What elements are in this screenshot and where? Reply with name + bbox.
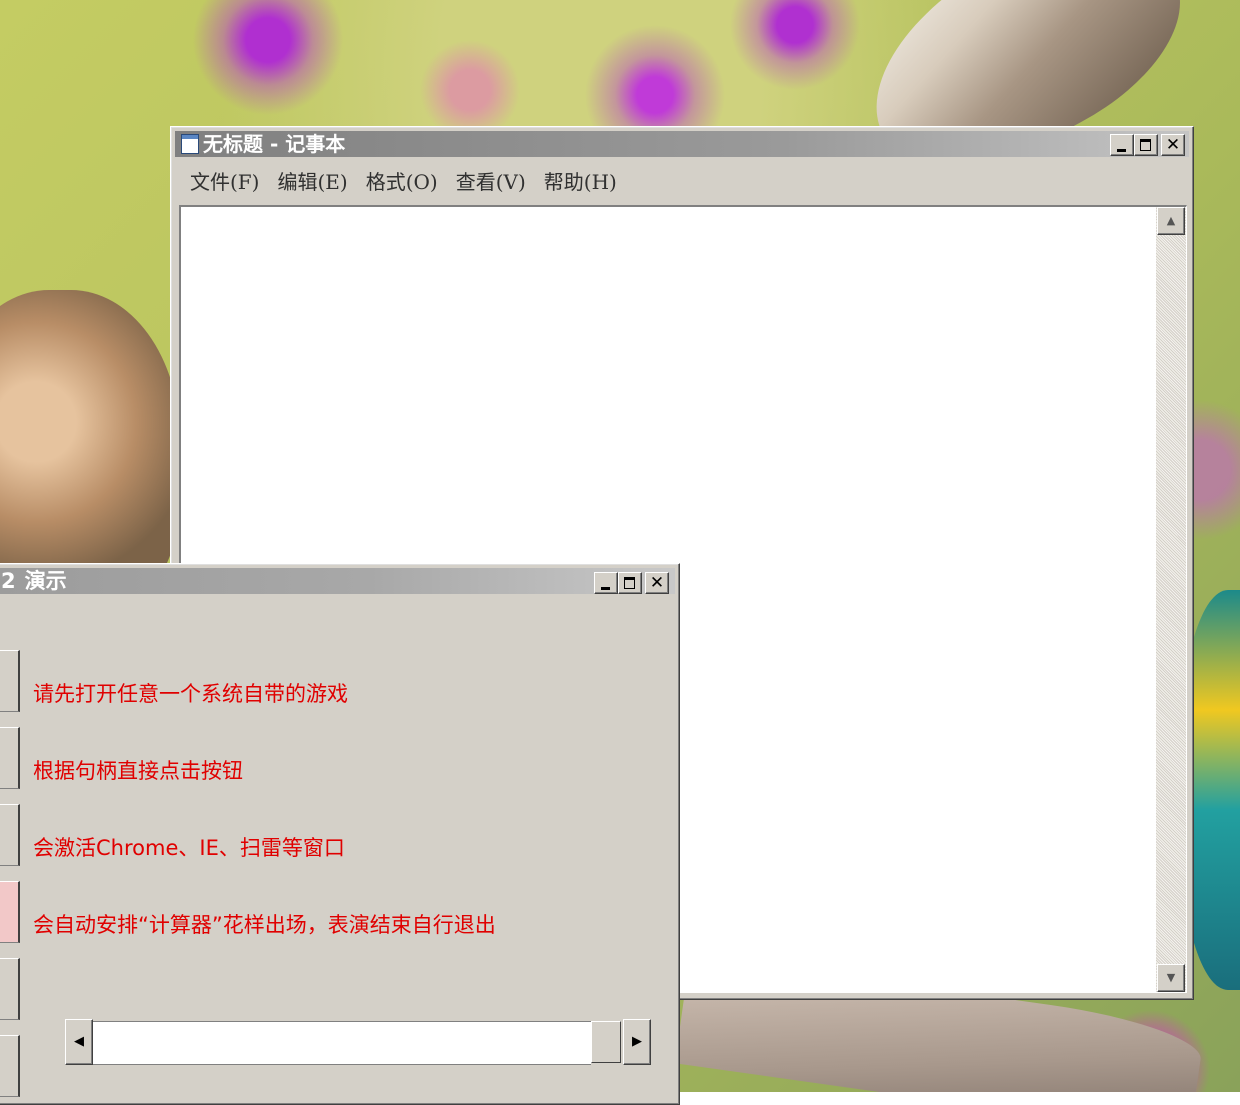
menu-view[interactable]: 查看(V) <box>447 167 535 197</box>
demo-maximize-button[interactable] <box>618 572 642 594</box>
demo-window: 2 演示 ✕ 请先打开任意一个系统自带的游戏 根据句柄直接点击按钮 会激活Chr… <box>0 563 680 1105</box>
demo-titlebar[interactable]: 2 演示 <box>0 568 675 594</box>
maximize-icon <box>624 577 635 589</box>
arrow-left-icon: ◀ <box>74 1034 84 1049</box>
notepad-icon <box>181 133 199 154</box>
minimize-icon <box>1117 149 1126 152</box>
demo-title-prefix: 2 <box>1 569 16 593</box>
maximize-icon <box>1140 139 1151 151</box>
arrow-up-icon: ▲ <box>1166 214 1176 227</box>
demo-label-3: 会激活Chrome、IE、扫雷等窗口 <box>33 836 345 860</box>
scroll-down-button[interactable]: ▼ <box>1157 964 1185 992</box>
notepad-close-button[interactable]: ✕ <box>1161 134 1185 156</box>
notepad-maximize-button[interactable] <box>1134 134 1158 156</box>
demo-minimize-button[interactable] <box>594 572 618 594</box>
notepad-vertical-scrollbar[interactable]: ▲ ▼ <box>1156 207 1186 992</box>
demo-button-1[interactable] <box>0 650 20 712</box>
demo-button-2[interactable] <box>0 727 20 789</box>
demo-title: 演示 <box>24 569 67 593</box>
scroll-track[interactable] <box>93 1021 591 1065</box>
notepad-titlebar[interactable]: 无标题 - 记事本 <box>175 131 1189 157</box>
menu-edit[interactable]: 编辑(E) <box>268 167 356 197</box>
notepad-menubar: 文件(F) 编辑(E) 格式(O) 查看(V) 帮助(H) <box>181 167 626 197</box>
scroll-left-button[interactable]: ◀ <box>65 1019 93 1065</box>
close-icon: ✕ <box>1165 135 1181 155</box>
menu-format[interactable]: 格式(O) <box>357 167 447 197</box>
demo-window-controls: ✕ <box>594 572 669 594</box>
demo-label-4: 会自动安排“计算器”花样出场，表演结束自行退出 <box>33 913 496 937</box>
notepad-window-controls: ✕ <box>1110 134 1185 156</box>
arrow-right-icon: ▶ <box>632 1034 642 1049</box>
minimize-icon <box>601 587 610 590</box>
scroll-up-button[interactable]: ▲ <box>1157 207 1185 235</box>
arrow-down-icon: ▼ <box>1166 971 1176 984</box>
demo-label-2: 根据句柄直接点击按钮 <box>33 759 243 783</box>
menu-file[interactable]: 文件(F) <box>181 167 268 197</box>
demo-button-6[interactable] <box>0 1035 20 1097</box>
scroll-right-button[interactable]: ▶ <box>623 1019 651 1065</box>
demo-close-button[interactable]: ✕ <box>645 572 669 594</box>
demo-label-1: 请先打开任意一个系统自带的游戏 <box>33 682 348 706</box>
close-icon: ✕ <box>649 573 665 593</box>
demo-button-3[interactable] <box>0 804 20 866</box>
notepad-title: 无标题 - 记事本 <box>203 132 346 156</box>
menu-help[interactable]: 帮助(H) <box>535 167 626 197</box>
demo-horizontal-scrollbar[interactable]: ◀ ▶ <box>65 1019 651 1065</box>
demo-button-5[interactable] <box>0 958 20 1020</box>
scroll-thumb[interactable] <box>591 1021 621 1063</box>
demo-button-4[interactable] <box>0 881 20 943</box>
notepad-minimize-button[interactable] <box>1110 134 1134 156</box>
